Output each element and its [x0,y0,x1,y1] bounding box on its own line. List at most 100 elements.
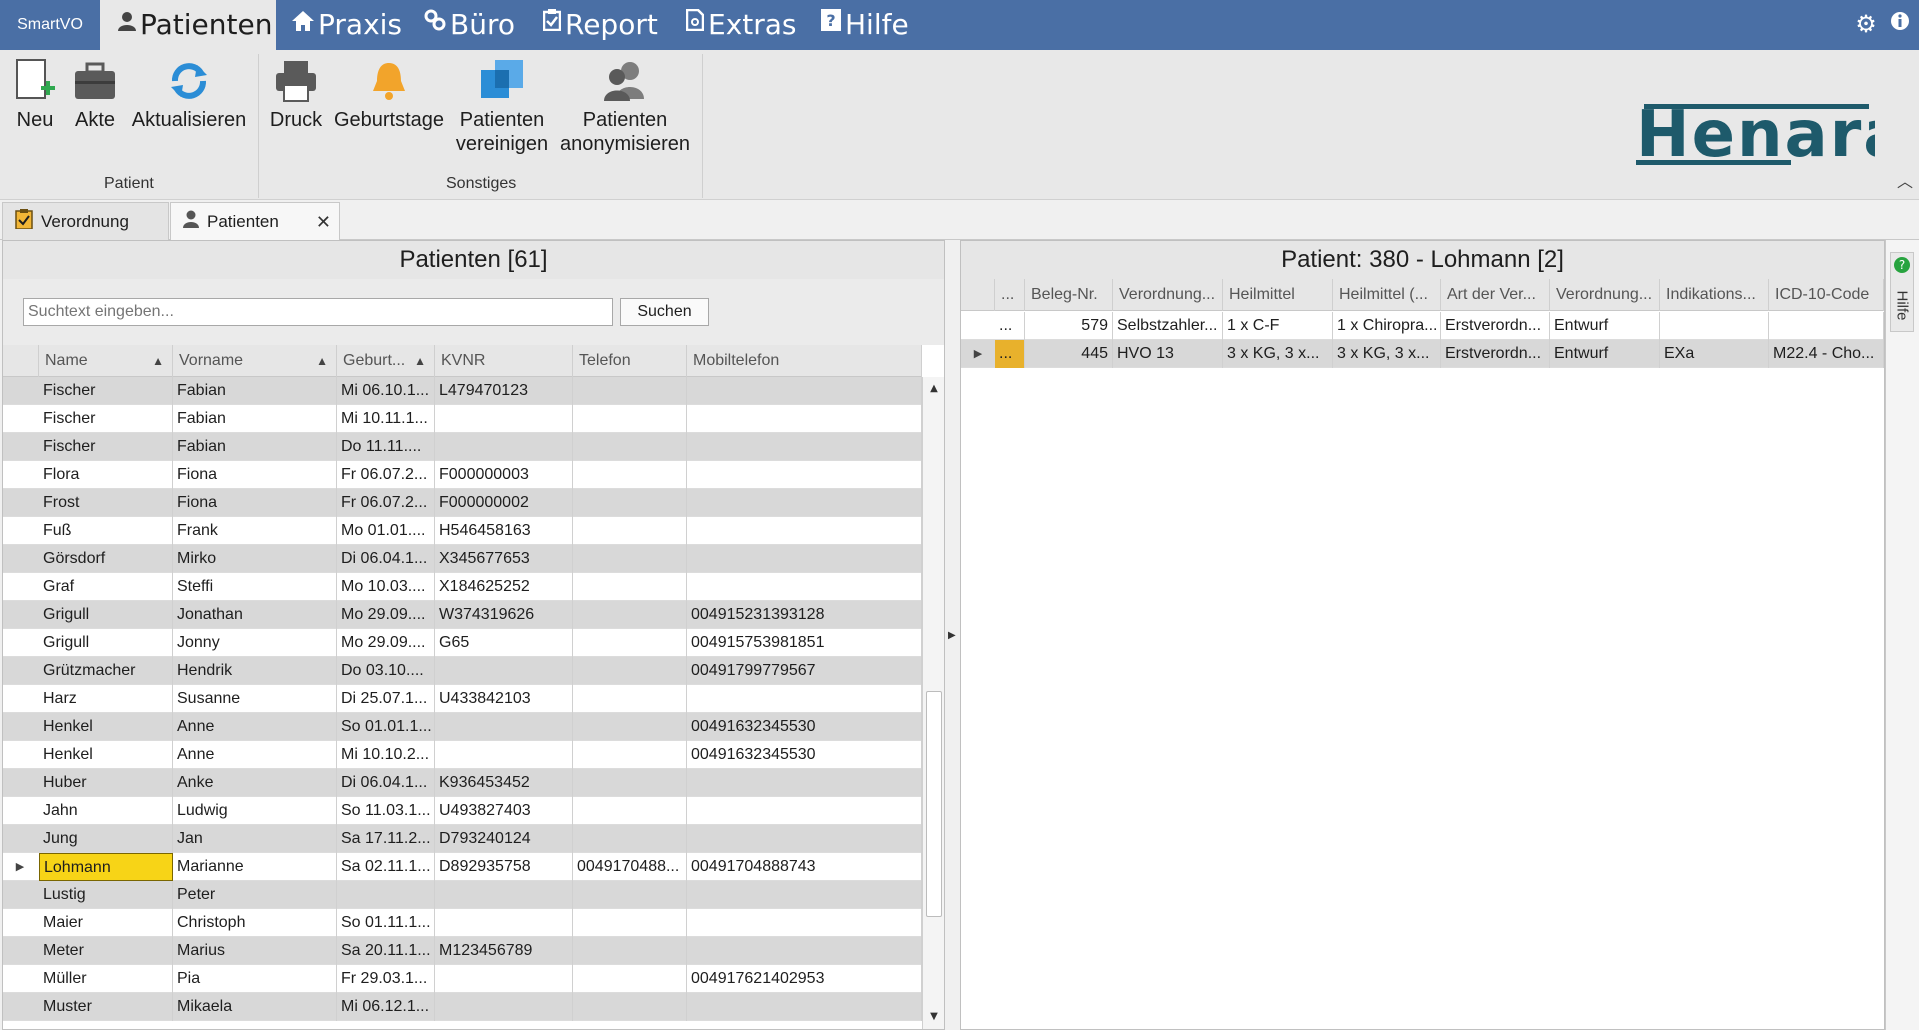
menu-buero[interactable]: Büro [424,0,515,50]
cell-vorname[interactable]: Frank [173,517,337,545]
cell-heilmittel[interactable]: 3 x KG, 3 x... [1223,340,1333,368]
cell-name[interactable]: Muster [39,993,173,1021]
cell-vorname[interactable]: Mirko [173,545,337,573]
ribbon-collapse-icon[interactable]: ︿ [1897,168,1913,192]
cell-telefon[interactable] [573,545,687,573]
cell-kvnr[interactable]: U433842103 [435,685,573,713]
row-indicator[interactable] [3,685,37,713]
cell-telefon[interactable]: 0049170488... [573,853,687,881]
cell-geburtsdatum[interactable]: Mi 10.11.1... [337,405,435,433]
table-row[interactable]: Meter Marius Sa 20.11.1... M123456789 [3,937,922,965]
column-header-art-der-verordnung[interactable]: Art der Ver... [1441,279,1550,311]
row-indicator-arrow-icon[interactable]: ▶ [961,340,995,368]
cell-mobiltelefon[interactable]: 004915231393128 [687,601,922,629]
patients-scrollbar[interactable]: ▲ ▼ [922,377,944,1029]
cell-geburtsdatum[interactable]: Fr 06.07.2... [337,489,435,517]
cell-vorname[interactable]: Marianne [173,853,337,881]
cell-kvnr[interactable] [435,909,573,937]
cell-mobiltelefon[interactable]: 00491632345530 [687,741,922,769]
cell-indikation[interactable]: EXa [1660,340,1769,368]
cell-mobiltelefon[interactable] [687,909,922,937]
cell-geburtsdatum[interactable]: Fr 29.03.1... [337,965,435,993]
cell-kvnr[interactable]: K936453452 [435,769,573,797]
column-header-vorname[interactable]: Vorname ▲ [173,345,337,377]
row-indicator[interactable] [3,993,37,1021]
cell-mobiltelefon[interactable] [687,461,922,489]
row-indicator[interactable] [3,629,37,657]
cell-indikation[interactable] [1660,312,1769,340]
column-header-geburtsdatum[interactable]: Geburt... ▲ [337,345,435,377]
table-row[interactable]: Jahn Ludwig So 11.03.1... U493827403 [3,797,922,825]
column-header-mobiltelefon[interactable]: Mobiltelefon [687,345,922,377]
cell-geburtsdatum[interactable]: Di 06.04.1... [337,545,435,573]
druck-button[interactable]: Druck [268,56,324,132]
cell-name[interactable]: Maier [39,909,173,937]
cell-telefon[interactable] [573,489,687,517]
cell-telefon[interactable] [573,909,687,937]
cell-telefon[interactable] [573,741,687,769]
cell-name[interactable]: Lustig [39,881,173,909]
cell-mobiltelefon[interactable] [687,685,922,713]
splitter-arrow-icon[interactable]: ▶ [948,630,956,641]
patienten-vereinigen-button[interactable]: Patienten vereinigen [452,56,552,156]
cell-vorname[interactable]: Fiona [173,461,337,489]
cell-telefon[interactable] [573,825,687,853]
cell-heilmittel-2[interactable]: 3 x KG, 3 x... [1333,340,1441,368]
cell-name[interactable]: Fischer [39,405,173,433]
cell-kvnr[interactable] [435,881,573,909]
cell-vorname[interactable]: Anke [173,769,337,797]
cell-telefon[interactable] [573,433,687,461]
column-header-indikation[interactable]: Indikations... [1660,279,1769,311]
cell-telefon[interactable] [573,937,687,965]
table-row[interactable]: Henkel Anne Mi 10.10.2... 00491632345530 [3,741,922,769]
cell-kvnr[interactable]: U493827403 [435,797,573,825]
row-indicator[interactable] [3,433,37,461]
cell-name[interactable]: Frost [39,489,173,517]
scroll-down-icon[interactable]: ▼ [923,1007,945,1027]
cell-telefon[interactable] [573,517,687,545]
table-row[interactable]: Fischer Fabian Do 11.11.... [3,433,922,461]
cell-name[interactable]: Harz [39,685,173,713]
table-row[interactable]: Harz Susanne Di 25.07.1... U433842103 [3,685,922,713]
cell-beleg-nr[interactable]: 579 [1025,312,1113,340]
cell-geburtsdatum[interactable]: Mo 29.09.... [337,629,435,657]
cell-verordnung[interactable]: Selbstzahler... [1113,312,1223,340]
table-row[interactable]: Henkel Anne So 01.01.1... 00491632345530 [3,713,922,741]
cell-mobiltelefon[interactable]: 00491632345530 [687,713,922,741]
cell-more[interactable]: ... [995,340,1025,368]
cell-mobiltelefon[interactable] [687,489,922,517]
cell-kvnr[interactable] [435,741,573,769]
cell-more[interactable]: ... [995,312,1025,340]
cell-kvnr[interactable] [435,657,573,685]
menu-report[interactable]: Report [542,0,658,50]
table-row[interactable]: Frost Fiona Fr 06.07.2... F000000002 [3,489,922,517]
cell-kvnr[interactable] [435,405,573,433]
cell-kvnr[interactable]: L479470123 [435,377,573,405]
table-row[interactable]: ... 579 Selbstzahler... 1 x C-F 1 x Chiropra… [961,312,1884,340]
cell-geburtsdatum[interactable]: Do 11.11.... [337,433,435,461]
cell-vorname[interactable]: Pia [173,965,337,993]
scroll-up-icon[interactable]: ▲ [923,379,945,399]
cell-mobiltelefon[interactable] [687,797,922,825]
row-indicator[interactable] [3,881,37,909]
app-name[interactable]: SmartVO [0,0,100,50]
table-row[interactable]: Grigull Jonathan Mo 29.09.... W374319626 004… [3,601,922,629]
cell-geburtsdatum[interactable]: So 01.11.1... [337,909,435,937]
cell-geburtsdatum[interactable]: Mi 06.12.1... [337,993,435,1021]
search-input[interactable] [23,298,613,326]
cell-geburtsdatum[interactable]: Mo 10.03.... [337,573,435,601]
cell-vorname[interactable]: Fabian [173,433,337,461]
menu-patienten[interactable]: Patienten [100,0,276,50]
cell-name[interactable]: Grigull [39,601,173,629]
cell-geburtsdatum[interactable]: Sa 20.11.1... [337,937,435,965]
table-row[interactable]: ▶... 445 HVO 13 3 x KG, 3 x... 3 x KG, 3 x..… [961,340,1884,368]
cell-geburtsdatum[interactable]: Mi 06.10.1... [337,377,435,405]
scroll-thumb[interactable] [926,691,942,917]
cell-kvnr[interactable]: W374319626 [435,601,573,629]
table-row[interactable]: Muster Mikaela Mi 06.12.1... [3,993,922,1021]
cell-geburtsdatum[interactable]: So 01.01.1... [337,713,435,741]
cell-icd10[interactable] [1769,312,1884,340]
cell-geburtsdatum[interactable]: Mo 01.01.... [337,517,435,545]
cell-mobiltelefon[interactable]: 004915753981851 [687,629,922,657]
table-row[interactable]: Grützmacher Hendrik Do 03.10.... 0049179977… [3,657,922,685]
